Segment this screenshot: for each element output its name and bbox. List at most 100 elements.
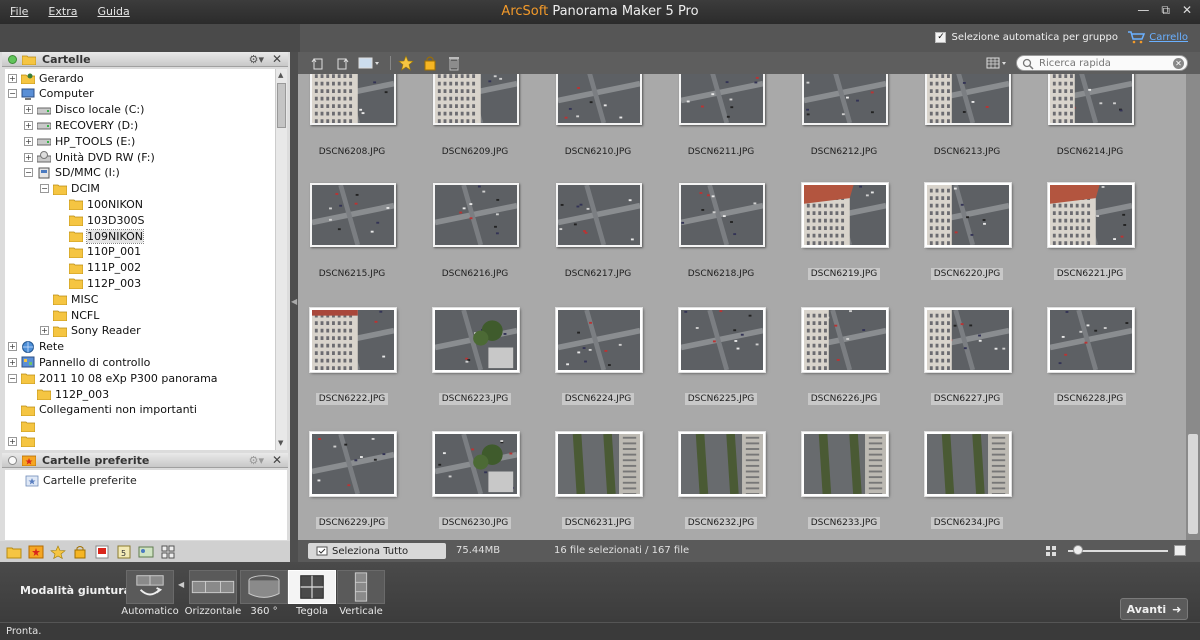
thumbnail-item[interactable]: DSCN6227.JPG: [913, 308, 1021, 418]
tree-item[interactable]: + Pannello di controllo: [8, 354, 150, 370]
tree-scrollbar[interactable]: ▲ ▼: [275, 69, 287, 450]
tree-item[interactable]: + Sony Reader: [40, 323, 141, 339]
thumbnail-item[interactable]: DSCN6212.JPG: [790, 74, 898, 181]
tree-item[interactable]: 100NIKON: [56, 196, 143, 212]
next-button[interactable]: Avanti ➜: [1120, 598, 1188, 620]
thumbnail-image[interactable]: [679, 183, 765, 247]
tree-item[interactable]: − Computer: [8, 86, 94, 102]
thumbnail-image[interactable]: [925, 74, 1011, 125]
tree-item[interactable]: + Unità DVD RW (F:): [24, 149, 155, 165]
thumbnail-image[interactable]: [310, 432, 396, 496]
thumbnail-item[interactable]: DSCN6228.JPG: [1036, 308, 1144, 418]
thumbnail-image[interactable]: [433, 183, 519, 247]
tree-item[interactable]: +: [8, 433, 39, 449]
thumbnail-item[interactable]: DSCN6226.JPG: [790, 308, 898, 418]
favorites-item[interactable]: Cartelle preferite: [11, 474, 137, 487]
tree-item[interactable]: [8, 418, 39, 434]
large-thumbs-icon[interactable]: [1174, 545, 1186, 556]
tree-item[interactable]: − 2011 10 08 eXp P300 panorama: [8, 370, 218, 386]
close-icon[interactable]: ✕: [272, 453, 282, 467]
thumbnail-image[interactable]: [802, 74, 888, 125]
thumbnail-image[interactable]: [556, 183, 642, 247]
expand-icon[interactable]: +: [8, 357, 17, 367]
new-folder-icon[interactable]: [6, 545, 22, 559]
tree-item[interactable]: + Rete: [8, 339, 64, 355]
thumbnail-item[interactable]: DSCN6217.JPG: [544, 183, 652, 293]
expand-icon[interactable]: +: [8, 436, 17, 446]
thumbnail-item[interactable]: DSCN6233.JPG: [790, 432, 898, 540]
auto-group-option[interactable]: ✓ Selezione automatica per gruppo: [935, 32, 1118, 43]
thumbnail-image[interactable]: [556, 432, 642, 496]
tree-item[interactable]: 112P_003: [56, 275, 141, 291]
trash-icon[interactable]: [446, 55, 462, 71]
expand-icon[interactable]: +: [40, 326, 49, 336]
mode-scroll-left-icon[interactable]: ◀: [178, 580, 184, 589]
clear-search-icon[interactable]: ✕: [1173, 58, 1184, 69]
thumbnail-image[interactable]: [1048, 74, 1134, 125]
thumbnail-item[interactable]: DSCN6229.JPG: [298, 432, 406, 540]
thumbnail-item[interactable]: DSCN6225.JPG: [667, 308, 775, 418]
thumbnail-item[interactable]: DSCN6223.JPG: [421, 308, 529, 418]
tree-item[interactable]: 112P_003: [24, 386, 109, 402]
tree-item[interactable]: + RECOVERY (D:): [24, 117, 138, 133]
thumbnail-item[interactable]: DSCN6214.JPG: [1036, 74, 1144, 181]
thumbnail-image[interactable]: [433, 432, 519, 496]
thumbnail-item[interactable]: DSCN6209.JPG: [421, 74, 529, 181]
mode-tile-button[interactable]: [288, 570, 336, 604]
thumbnail-image[interactable]: [802, 432, 888, 496]
mode-horizontal-button[interactable]: [189, 570, 237, 604]
thumbnail-item[interactable]: DSCN6230.JPG: [421, 432, 529, 540]
thumbnail-image[interactable]: [556, 74, 642, 125]
calendar-icon[interactable]: 5: [116, 545, 132, 559]
thumbnail-image[interactable]: [679, 308, 765, 372]
select-all-button[interactable]: Seleziona Tutto: [308, 543, 446, 559]
lock-icon[interactable]: [422, 55, 438, 71]
thumbnail-item[interactable]: DSCN6220.JPG: [913, 183, 1021, 293]
collapse-icon[interactable]: −: [24, 168, 33, 178]
expand-icon[interactable]: +: [8, 73, 17, 83]
thumbnail-image[interactable]: [925, 432, 1011, 496]
mode-automatic-button[interactable]: [126, 570, 174, 604]
small-thumbs-icon[interactable]: [1046, 546, 1056, 556]
thumbnail-image[interactable]: [433, 308, 519, 372]
collapse-left-icon[interactable]: ◀: [291, 297, 297, 306]
thumbnail-item[interactable]: DSCN6213.JPG: [913, 74, 1021, 181]
gear-icon[interactable]: ⚙▾: [249, 454, 264, 467]
minimize-icon[interactable]: —: [1137, 3, 1149, 18]
add-favorite-folder-icon[interactable]: [28, 545, 44, 559]
collapse-icon[interactable]: −: [40, 184, 49, 194]
thumbnail-image[interactable]: [679, 74, 765, 125]
thumbnail-item[interactable]: DSCN6224.JPG: [544, 308, 652, 418]
star-icon[interactable]: [398, 55, 414, 71]
mode-vertical-button[interactable]: [337, 570, 385, 604]
thumbnail-image[interactable]: [433, 74, 519, 125]
search-input[interactable]: [1039, 57, 1169, 69]
star-icon[interactable]: [50, 544, 66, 559]
tree-item[interactable]: + Gerardo: [8, 70, 84, 86]
scroll-up-icon[interactable]: ▲: [278, 71, 283, 79]
auto-group-checkbox[interactable]: ✓: [935, 32, 947, 43]
rotate-left-icon[interactable]: [310, 55, 326, 71]
tree-item[interactable]: − SD/MMC (I:): [24, 165, 120, 181]
zoom-knob[interactable]: [1073, 545, 1083, 555]
view-mode-icon[interactable]: [986, 56, 1008, 70]
thumbnail-item[interactable]: DSCN6234.JPG: [913, 432, 1021, 540]
tree-item[interactable]: MISC: [40, 291, 98, 307]
thumbnail-item[interactable]: DSCN6211.JPG: [667, 74, 775, 181]
tree-item[interactable]: 110P_001: [56, 244, 141, 260]
close-icon[interactable]: ✕: [272, 52, 282, 66]
thumbnail-image[interactable]: [679, 432, 765, 496]
grid-scroll-thumb[interactable]: [1188, 434, 1198, 534]
thumbnail-item[interactable]: DSCN6218.JPG: [667, 183, 775, 293]
collapse-icon[interactable]: −: [8, 373, 17, 383]
thumbnail-image[interactable]: [310, 183, 396, 247]
thumbnail-image[interactable]: [925, 308, 1011, 372]
flag-icon[interactable]: [94, 545, 110, 559]
image-options-icon[interactable]: [358, 55, 380, 71]
tree-item[interactable]: + HP_TOOLS (E:): [24, 133, 135, 149]
thumbnail-item[interactable]: DSCN6219.JPG: [790, 183, 898, 293]
tree-item[interactable]: Collegamenti non importanti: [8, 402, 197, 418]
photo-folder-icon[interactable]: [138, 545, 154, 559]
lock-icon[interactable]: [72, 545, 88, 559]
grid-view-icon[interactable]: [160, 545, 176, 559]
